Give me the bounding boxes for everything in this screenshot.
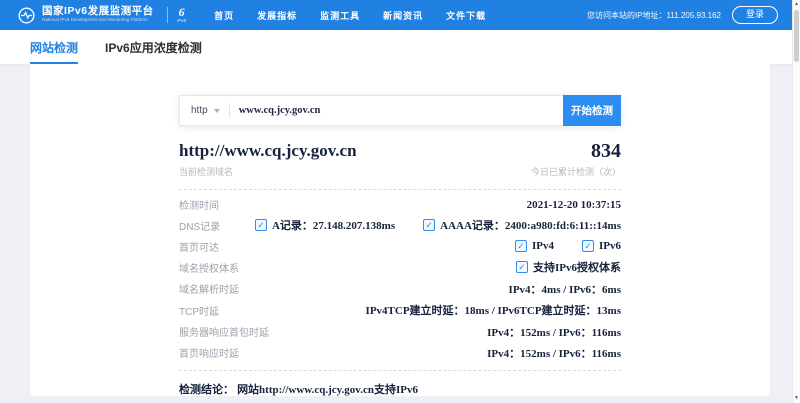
protocol-select[interactable]: http <box>180 105 229 116</box>
ipv6-6-logo: 6 IPv6 <box>177 6 186 24</box>
tab[interactable]: IPv6应用浓度检测 <box>105 30 202 64</box>
header-right: 您访问本站的IP地址：111.205.93.162 登录 <box>587 6 784 24</box>
login-button[interactable]: 登录 <box>732 6 778 24</box>
ipv6-word: IPv6 <box>177 19 186 24</box>
row-label: 首页响应时延 <box>179 345 239 360</box>
url-field-group: http <box>179 95 563 126</box>
row-checks: ✓ IPv4 ✓ IPv6 <box>515 240 621 252</box>
checked-checkbox-icon[interactable]: ✓ <box>423 219 435 231</box>
row-checks: ✓ 支持IPv6授权体系 <box>516 259 621 275</box>
platform-logo-icon <box>18 7 35 24</box>
url-input[interactable] <box>230 105 563 116</box>
scrollbar[interactable]: ▲ ▼ <box>792 0 800 403</box>
count-caption: 今日已累计检测（次） <box>531 165 621 178</box>
row-label: 域名解析时延 <box>179 281 239 296</box>
check-item: ✓ IPv6 <box>582 240 621 252</box>
brand-title: 国家IPv6发展监测平台 <box>42 6 157 18</box>
result-row: 首页响应时延 IPv4：152ms / IPv6：116ms <box>179 345 621 361</box>
top-header: 国家IPv6发展监测平台 National IPv6 Development a… <box>0 0 800 30</box>
check-label: AAAA记录：2400:a980:fd:6:11::14ms <box>440 217 621 233</box>
domain-block: http://www.cq.jcy.gov.cn 当前检测域名 <box>179 141 357 178</box>
conclusion-row: 检测结论： 网站http://www.cq.jcy.gov.cn支持IPv6 <box>179 381 621 397</box>
row-label: 首页可达 <box>179 239 219 254</box>
check-label: A记录：27.148.207.138ms <box>272 217 395 233</box>
scroll-up-arrow-icon[interactable]: ▲ <box>793 0 800 9</box>
brand-subtitle: National IPv6 Development and Monitoring… <box>42 18 148 23</box>
check-item: ✓ 支持IPv6授权体系 <box>516 259 621 275</box>
row-value: IPv4：152ms / IPv6：116ms <box>487 345 621 361</box>
row-label: 服务器响应首包时延 <box>179 324 269 339</box>
chevron-down-icon <box>214 109 220 113</box>
row-value: IPv4：152ms / IPv6：116ms <box>487 324 621 340</box>
brand-divider <box>167 7 168 23</box>
row-label: TCP时延 <box>179 303 219 318</box>
check-item: ✓ A记录：27.148.207.138ms <box>255 217 395 233</box>
brand: 国家IPv6发展监测平台 National IPv6 Development a… <box>42 6 157 23</box>
dashed-divider <box>179 370 621 371</box>
tab-bar: 网站检测 IPv6应用浓度检测 <box>0 30 800 64</box>
detect-bar: http 开始检测 <box>179 95 621 126</box>
checked-checkbox-icon[interactable]: ✓ <box>515 240 527 252</box>
row-label: 检测时间 <box>179 197 219 212</box>
main-nav: 首页 发展指标 监测工具 新闻资讯 文件下载 <box>214 9 486 22</box>
nav-item[interactable]: 新闻资讯 <box>383 9 423 22</box>
visitor-ip-text: 您访问本站的IP地址：111.205.93.162 <box>587 10 721 21</box>
conclusion-label: 检测结论： <box>179 384 234 396</box>
checked-checkbox-icon[interactable]: ✓ <box>255 219 267 231</box>
nav-item[interactable]: 发展指标 <box>257 9 297 22</box>
row-label: 域名授权体系 <box>179 260 239 275</box>
detect-count: 834 <box>531 141 621 161</box>
checked-checkbox-icon[interactable]: ✓ <box>516 261 528 273</box>
result-row: DNS记录 ✓ A记录：27.148.207.138ms ✓ AAAA记录：2400:a… <box>179 217 621 233</box>
ipv6-six-glyph: 6 <box>179 6 185 18</box>
result-rows: 检测时间 2021-12-20 10:37:15 DNS记录 ✓ A记录：27.148.… <box>179 197 621 361</box>
result-row: 检测时间 2021-12-20 10:37:15 <box>179 197 621 212</box>
row-value: 2021-12-20 10:37:15 <box>527 199 621 211</box>
row-checks: ✓ A记录：27.148.207.138ms ✓ AAAA记录：2400:a980:f… <box>255 217 621 233</box>
check-label: 支持IPv6授权体系 <box>533 259 621 275</box>
check-label: IPv6 <box>599 240 621 252</box>
result-row: 服务器响应首包时延 IPv4：152ms / IPv6：116ms <box>179 324 621 340</box>
row-value: IPv4：4ms / IPv6：6ms <box>509 281 621 297</box>
row-value: IPv4TCP建立时延：18ms / IPv6TCP建立时延：13ms <box>366 302 621 318</box>
detected-domain: http://www.cq.jcy.gov.cn <box>179 141 357 161</box>
scroll-down-arrow-icon[interactable]: ▼ <box>793 394 800 403</box>
detection-card: http 开始检测 http://www.cq.jcy.gov.cn 当前检测域… <box>30 64 770 396</box>
page-content: http 开始检测 http://www.cq.jcy.gov.cn 当前检测域… <box>0 64 800 403</box>
nav-item[interactable]: 首页 <box>214 9 234 22</box>
result-row: 首页可达 ✓ IPv4 ✓ IPv6 <box>179 239 621 254</box>
start-detect-button[interactable]: 开始检测 <box>563 95 621 126</box>
result-head: http://www.cq.jcy.gov.cn 当前检测域名 834 今日已累… <box>179 141 621 178</box>
nav-item[interactable]: 监测工具 <box>320 9 360 22</box>
domain-caption: 当前检测域名 <box>179 165 357 178</box>
conclusion-text: 网站http://www.cq.jcy.gov.cn支持IPv6 <box>237 384 418 396</box>
check-item: ✓ IPv4 <box>515 240 554 252</box>
dashed-divider <box>179 189 621 190</box>
nav-item[interactable]: 文件下载 <box>446 9 486 22</box>
tab[interactable]: 网站检测 <box>30 30 78 64</box>
result-row: TCP时延 IPv4TCP建立时延：18ms / IPv6TCP建立时延：13ms <box>179 302 621 318</box>
check-label: IPv4 <box>532 240 554 252</box>
result-row: 域名授权体系 ✓ 支持IPv6授权体系 <box>179 259 621 275</box>
count-block: 834 今日已累计检测（次） <box>531 141 621 178</box>
checked-checkbox-icon[interactable]: ✓ <box>582 240 594 252</box>
result-row: 域名解析时延 IPv4：4ms / IPv6：6ms <box>179 281 621 297</box>
protocol-value: http <box>191 105 208 116</box>
row-label: DNS记录 <box>179 218 220 233</box>
scroll-thumb[interactable] <box>794 10 799 62</box>
check-item: ✓ AAAA记录：2400:a980:fd:6:11::14ms <box>423 217 621 233</box>
